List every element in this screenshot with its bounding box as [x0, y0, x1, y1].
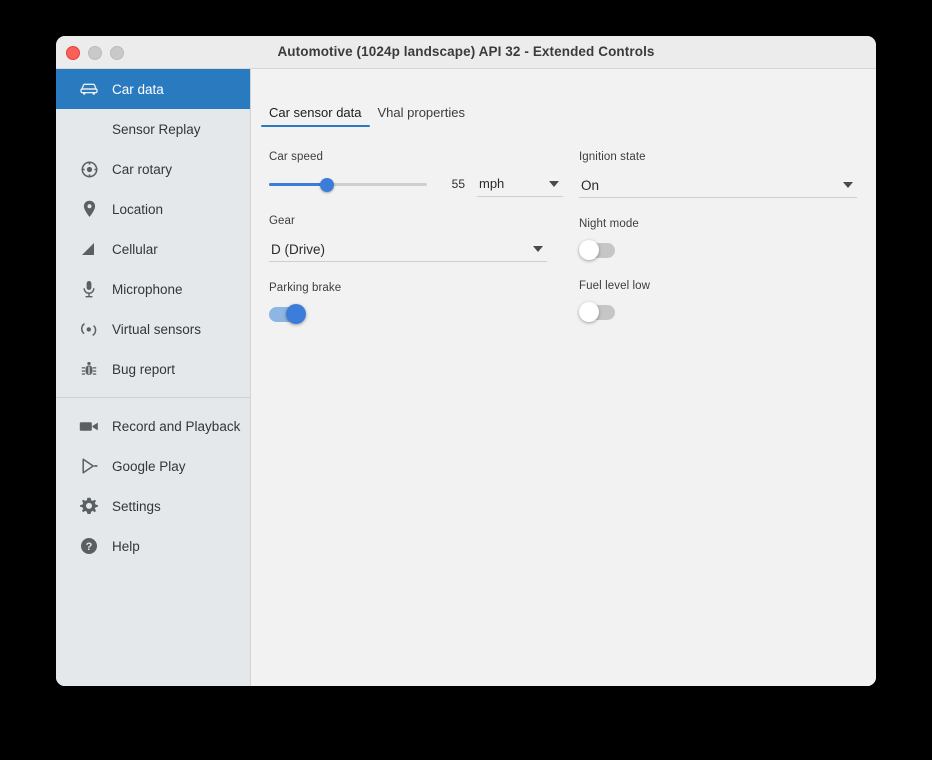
- night-mode-field: Night mode: [579, 218, 857, 260]
- sidebar-item-bug-report[interactable]: Bug report: [56, 349, 250, 389]
- screen: Automotive (1024p landscape) API 32 - Ex…: [0, 0, 932, 760]
- tab-label: Car sensor data: [269, 105, 362, 120]
- speed-unit-dropdown[interactable]: mph: [477, 172, 563, 197]
- extended-controls-window: Automotive (1024p landscape) API 32 - Ex…: [56, 36, 876, 686]
- tab-bar: Car sensor data Vhal properties: [261, 105, 473, 127]
- right-column: Ignition state On Night mode: [579, 151, 857, 322]
- window-title: Automotive (1024p landscape) API 32 - Ex…: [56, 36, 876, 68]
- main-content: Car sensor data Vhal properties Car spee…: [251, 69, 876, 686]
- car-icon: [78, 79, 100, 99]
- night-mode-label: Night mode: [579, 218, 857, 230]
- cellular-signal-icon: [78, 239, 100, 259]
- microphone-icon: [78, 279, 100, 299]
- parking-brake-toggle[interactable]: [269, 304, 307, 324]
- chevron-down-icon: [533, 246, 543, 252]
- ignition-state-value: On: [579, 178, 599, 193]
- google-play-icon: [78, 456, 100, 476]
- car-speed-value: 55: [435, 177, 465, 191]
- gear-dropdown[interactable]: D (Drive): [269, 237, 547, 262]
- bug-icon: [78, 359, 100, 379]
- sidebar-item-label: Help: [112, 539, 140, 554]
- rotary-icon: [78, 159, 100, 179]
- svg-text:?: ?: [86, 541, 93, 553]
- gear-field: Gear D (Drive): [269, 215, 547, 262]
- speed-unit-value: mph: [477, 176, 504, 191]
- sidebar-item-label: Microphone: [112, 282, 183, 297]
- fuel-level-low-field: Fuel level low: [579, 280, 857, 322]
- tab-vhal-properties[interactable]: Vhal properties: [370, 105, 473, 127]
- car-speed-label: Car speed: [269, 151, 547, 163]
- location-pin-icon: [78, 199, 100, 219]
- car-speed-row: 55 mph: [269, 173, 547, 195]
- help-circle-icon: ?: [78, 536, 100, 556]
- tab-car-sensor-data[interactable]: Car sensor data: [261, 105, 370, 127]
- chevron-down-icon: [843, 182, 853, 188]
- sidebar-item-settings[interactable]: Settings: [56, 486, 250, 526]
- sidebar-item-label: Google Play: [112, 459, 186, 474]
- toggle-knob: [286, 304, 306, 324]
- tab-label: Vhal properties: [378, 105, 465, 120]
- fuel-level-low-label: Fuel level low: [579, 280, 857, 292]
- sidebar-item-label: Location: [112, 202, 163, 217]
- virtual-sensors-icon: [78, 319, 100, 339]
- toggle-knob: [579, 302, 599, 322]
- sidebar-item-label: Sensor Replay: [112, 122, 201, 137]
- sidebar-item-label: Cellular: [112, 242, 158, 257]
- sidebar-item-sensor-replay[interactable]: Sensor Replay: [56, 109, 250, 149]
- car-speed-field: Car speed 55 mph: [269, 151, 547, 195]
- gear-label: Gear: [269, 215, 547, 227]
- parking-brake-label: Parking brake: [269, 282, 547, 294]
- ignition-state-label: Ignition state: [579, 151, 857, 163]
- sidebar-item-label: Car data: [112, 82, 164, 97]
- window-titlebar: Automotive (1024p landscape) API 32 - Ex…: [56, 36, 876, 69]
- sidebar-item-cellular[interactable]: Cellular: [56, 229, 250, 269]
- fuel-level-low-toggle[interactable]: [579, 302, 617, 322]
- sidebar-item-label: Car rotary: [112, 162, 172, 177]
- left-column: Car speed 55 mph: [269, 151, 547, 324]
- video-camera-icon: [78, 416, 100, 436]
- chevron-down-icon: [549, 181, 559, 187]
- sidebar-item-google-play[interactable]: Google Play: [56, 446, 250, 486]
- gear-icon: [78, 496, 100, 516]
- sidebar-item-virtual-sensors[interactable]: Virtual sensors: [56, 309, 250, 349]
- car-speed-slider[interactable]: [269, 173, 427, 195]
- sidebar-divider: [56, 397, 250, 398]
- slider-fill: [269, 183, 327, 186]
- sidebar-item-car-rotary[interactable]: Car rotary: [56, 149, 250, 189]
- slider-thumb[interactable]: [320, 178, 334, 192]
- gear-value: D (Drive): [269, 242, 325, 257]
- ignition-state-dropdown[interactable]: On: [579, 173, 857, 198]
- sidebar-item-label: Bug report: [112, 362, 175, 377]
- sidebar-item-car-data[interactable]: Car data: [56, 69, 250, 109]
- sidebar-item-location[interactable]: Location: [56, 189, 250, 229]
- sidebar-item-record-and-playback[interactable]: Record and Playback: [56, 406, 250, 446]
- sidebar-item-label: Record and Playback: [112, 419, 240, 434]
- sidebar-item-label: Virtual sensors: [112, 322, 201, 337]
- sidebar-item-help[interactable]: ? Help: [56, 526, 250, 566]
- sidebar-item-microphone[interactable]: Microphone: [56, 269, 250, 309]
- toggle-knob: [579, 240, 599, 260]
- blank-icon: [78, 119, 100, 139]
- parking-brake-field: Parking brake: [269, 282, 547, 324]
- window-body: Car data Sensor Replay: [56, 69, 876, 686]
- night-mode-toggle[interactable]: [579, 240, 617, 260]
- sidebar: Car data Sensor Replay: [56, 69, 251, 686]
- sidebar-item-label: Settings: [112, 499, 161, 514]
- ignition-state-field: Ignition state On: [579, 151, 857, 198]
